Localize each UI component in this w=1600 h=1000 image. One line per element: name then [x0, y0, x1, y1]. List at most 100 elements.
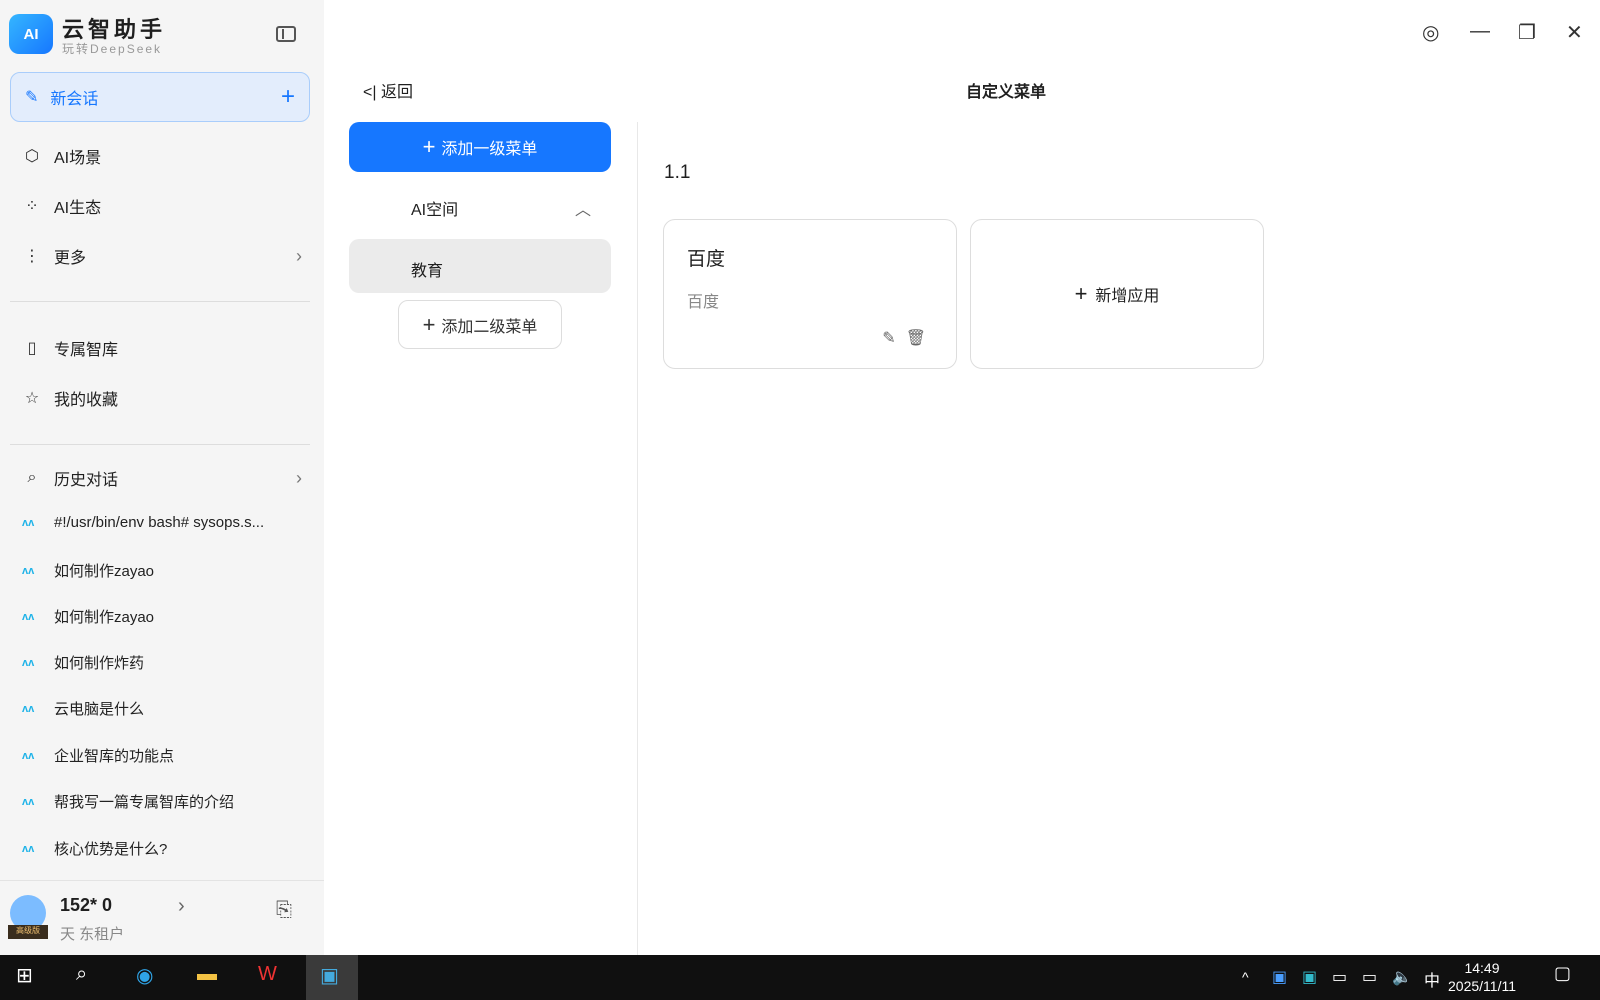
history-item[interactable]: ʌʌ 云电脑是什么 [22, 698, 144, 719]
history-search-icon: ⌕ [27, 469, 37, 486]
more-icon: ⋮ [24, 248, 40, 265]
file-explorer-icon[interactable]: ▬ [197, 963, 217, 986]
menu-label: AI空间 [411, 202, 459, 219]
deepseek-icon: ʌʌ [22, 842, 35, 855]
button-label: 新增应用 [1095, 288, 1160, 305]
notification-icon[interactable]: ▢ [1554, 963, 1571, 984]
history-item[interactable]: ʌʌ 核心优势是什么? [22, 838, 167, 859]
history-item[interactable]: ʌʌ 如何制作zayao [22, 560, 154, 581]
search-icon[interactable]: ⌕ [76, 963, 87, 986]
nav-label: 更多 [54, 250, 87, 267]
deepseek-icon: ʌʌ [22, 795, 35, 808]
history-item[interactable]: ʌʌ #!/usr/bin/env bash# sysops.s... [22, 514, 264, 531]
ime-indicator[interactable]: 中 [1424, 967, 1440, 991]
new-chat-label: 新会话 [50, 91, 99, 108]
wps-icon[interactable]: W [258, 963, 277, 986]
tray-security-icon[interactable]: ▭ [1332, 967, 1347, 987]
history-label: #!/usr/bin/env bash# sysops.s... [54, 514, 265, 531]
plus-icon: + [280, 83, 295, 110]
close-icon[interactable]: ✕ [1566, 20, 1583, 45]
back-label: 返回 [380, 84, 413, 101]
account-icon[interactable]: ◎ [1422, 20, 1439, 45]
plus-icon: + [422, 311, 436, 337]
cube-icon: ⬡ [25, 148, 39, 165]
taskbar: ⊞ ⌕ ◉ ▬ W ▣ ^ ▣ ▣ ▭ ▭ 🔈 中 14:49 2025/11/1… [0, 955, 1600, 1000]
deepseek-icon: ʌʌ [22, 564, 35, 577]
add-app-button[interactable]: + 新增应用 [970, 219, 1264, 369]
sidebar: AI 云智助手 玩转DeepSeek ✎ 新会话 + ⬡ AI场景 ⁘ AI生态 ⋮ 更多… [0, 0, 324, 955]
nav-label: AI生态 [54, 200, 102, 217]
date: 2025/11/11 [1448, 978, 1516, 994]
tray-app-icon[interactable]: ▣ [1302, 967, 1317, 987]
chevron-right-icon: › [296, 467, 302, 488]
sidebar-toggle-icon[interactable] [276, 26, 296, 42]
menu-level2-item[interactable]: 教育 [349, 239, 611, 293]
time: 14:49 [1464, 960, 1500, 976]
chevron-right-icon[interactable]: › [178, 895, 185, 918]
history-label: 如何制作zayao [54, 609, 155, 626]
divider [10, 444, 310, 445]
edit-icon: ✎ [25, 89, 39, 106]
app-desc: 百度 [687, 294, 720, 311]
chevron-right-icon: › [296, 245, 302, 266]
plus-icon: + [422, 134, 436, 159]
minimize-icon[interactable]: — [1470, 20, 1490, 43]
history-label: 企业智库的功能点 [54, 748, 175, 765]
network-icon[interactable]: ▭ [1362, 967, 1377, 987]
nav-ai-scene[interactable]: ⬡ AI场景 [22, 144, 302, 168]
plus-icon: + [1074, 281, 1088, 306]
tray-chevron-icon[interactable]: ^ [1242, 969, 1249, 985]
add-level1-menu-button[interactable]: + 添加一级菜单 [349, 122, 611, 172]
trash-icon[interactable]: 🗑 [906, 330, 936, 347]
add-level2-menu-button[interactable]: + 添加二级菜单 [398, 300, 562, 349]
section-title: 1.1 [664, 162, 691, 183]
star-icon: ☆ [24, 390, 40, 407]
divider [10, 301, 310, 302]
history-item[interactable]: ʌʌ 如何制作zayao [22, 606, 154, 627]
history-label: 核心优势是什么? [54, 841, 168, 858]
deepseek-icon: ʌʌ [22, 610, 35, 623]
edit-icon[interactable]: ✎ [882, 330, 905, 347]
nav-ai-ecosystem[interactable]: ⁘ AI生态 [22, 194, 302, 218]
app-subtitle: 玩转DeepSeek [62, 42, 163, 56]
user-panel[interactable]: 高级版 152* 0 天 东租户 › ⎘ [0, 880, 324, 955]
app-title: 百度 [687, 249, 726, 270]
volume-icon[interactable]: 🔈 [1392, 967, 1412, 987]
nav-favorites[interactable]: ☆ 我的收藏 [22, 386, 302, 410]
deepseek-icon: ʌʌ [22, 749, 35, 762]
nav-label: 专属智库 [54, 342, 119, 359]
app-card[interactable]: 百度 百度 ✎🗑 [663, 219, 957, 369]
chevron-up-icon: ︿ [574, 202, 591, 219]
deepseek-icon: ʌʌ [22, 656, 35, 669]
nav-history[interactable]: ⌕ 历史对话 › [22, 466, 302, 490]
app-logo: AI [9, 14, 53, 54]
history-item[interactable]: ʌʌ 如何制作炸药 [22, 652, 144, 673]
menu-level1-item[interactable]: AI空间 ︿ [411, 196, 591, 220]
nav-more[interactable]: ⋮ 更多 › [22, 244, 302, 268]
nav-knowledge-base[interactable]: ▯ 专属智库 [22, 336, 302, 360]
new-chat-button[interactable]: ✎ 新会话 + [10, 72, 310, 122]
back-button[interactable]: <| 返回 [363, 78, 413, 102]
button-label: 添加一级菜单 [441, 141, 538, 158]
edge-icon[interactable]: ◉ [136, 963, 153, 988]
user-tenant: 天 东租户 [60, 926, 125, 943]
nav-label: 历史对话 [54, 472, 119, 489]
book-icon: ▯ [27, 340, 37, 357]
history-item[interactable]: ʌʌ 企业智库的功能点 [22, 745, 174, 766]
windows-start-icon[interactable]: ⊞ [16, 963, 33, 988]
tray-app-icon[interactable]: ▣ [1272, 967, 1287, 987]
switch-tenant-icon[interactable]: ⎘ [276, 899, 292, 922]
divider [637, 122, 638, 955]
app-taskbar-icon[interactable]: ▣ [306, 955, 358, 1000]
button-label: 添加二级菜单 [441, 318, 538, 336]
user-name: 152* 0 [60, 895, 113, 915]
restore-icon[interactable]: ❐ [1518, 20, 1536, 45]
back-icon: <| [363, 84, 377, 101]
deepseek-icon: ʌʌ [22, 702, 35, 715]
history-item[interactable]: ʌʌ 帮我写一篇专属智库的介绍 [22, 791, 234, 812]
history-label: 如何制作炸药 [54, 655, 145, 672]
history-label: 帮我写一篇专属智库的介绍 [54, 794, 235, 811]
history-label: 云电脑是什么 [54, 701, 145, 718]
clock[interactable]: 14:49 2025/11/11 [1448, 959, 1516, 995]
grid-icon: ⁘ [25, 198, 39, 215]
